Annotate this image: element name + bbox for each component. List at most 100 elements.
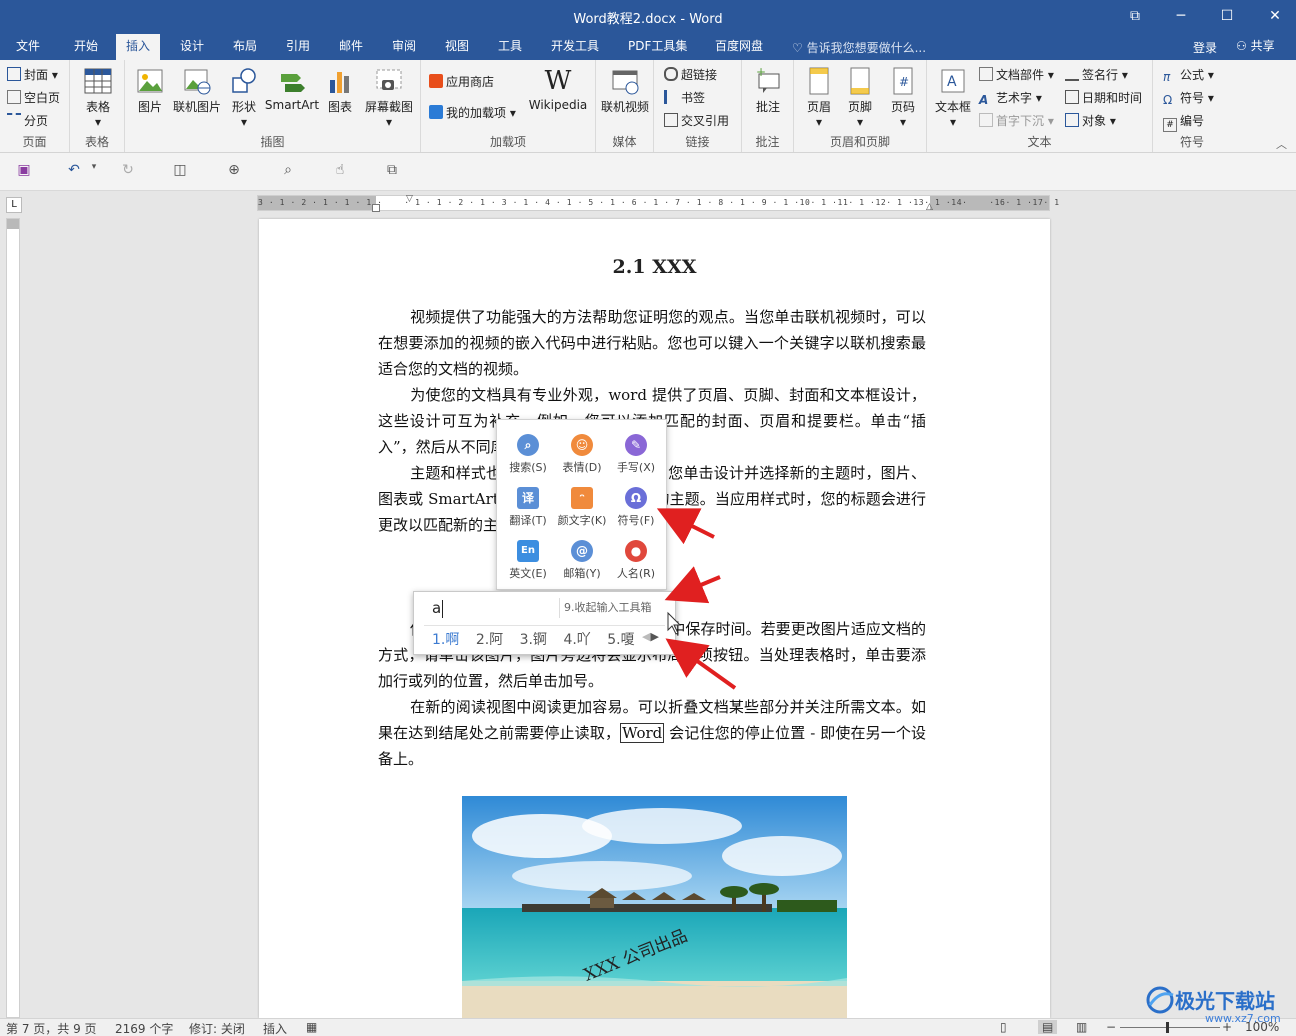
ime-page-arrows[interactable]: ◀▶: [642, 630, 659, 643]
symbol-button[interactable]: Ω 符号 ▾: [1163, 89, 1214, 107]
print-preview-icon[interactable]: ⌕: [278, 162, 298, 182]
tab-developer[interactable]: 开发工具: [541, 34, 609, 60]
store-button[interactable]: 应用商店: [429, 73, 494, 90]
vertical-ruler[interactable]: [6, 218, 20, 1018]
ime-person-name-button[interactable]: ● 人名(R): [608, 530, 664, 582]
my-addins-button[interactable]: 我的加载项 ▾: [429, 104, 516, 121]
paragraph-5[interactable]: 在新的阅读视图中阅读更加容易。可以折叠文档某些部分并关注所需文本。如果在达到结尾…: [378, 694, 926, 772]
tab-mailings[interactable]: 邮件: [329, 34, 373, 60]
footer-button[interactable]: 页脚 ▾: [841, 66, 879, 129]
signature-line-button[interactable]: 签名行 ▾: [1065, 66, 1128, 83]
ime-english-button[interactable]: En 英文(E): [500, 530, 556, 582]
horizontal-ruler[interactable]: 3 · 1 · 2 · 1 · 1 · 1 · · 1 · 1 · 2 · 1 …: [257, 194, 1059, 212]
maximize-button[interactable]: ☐: [1212, 4, 1242, 28]
print-layout-icon[interactable]: ▤: [1038, 1020, 1058, 1034]
zoom-out-icon[interactable]: −: [1106, 1020, 1116, 1034]
page-break-button[interactable]: 分页: [7, 112, 48, 129]
text-box-icon: A: [941, 69, 965, 93]
tell-me-box[interactable]: ♡ 告诉我您想要做什么...: [792, 39, 926, 56]
left-indent-marker[interactable]: [372, 204, 380, 212]
ime-candidate-4[interactable]: 4.吖: [563, 629, 590, 649]
collapse-toolbox-button[interactable]: 9.收起输入工具箱: [559, 598, 656, 618]
ime-search-label: 搜索(S): [509, 461, 547, 474]
insert-mode-status[interactable]: 插入: [263, 1020, 287, 1036]
date-time-button[interactable]: 日期和时间: [1065, 89, 1142, 106]
read-mode-icon[interactable]: ▯: [1000, 1020, 1007, 1034]
tab-baidu-netdisk[interactable]: 百度网盘: [705, 34, 773, 60]
undo-icon[interactable]: ↶: [64, 162, 84, 182]
text-box-button[interactable]: A 文本框 ▾: [933, 66, 973, 129]
hyperlink-button[interactable]: 超链接: [664, 66, 717, 83]
chart-button[interactable]: 图表: [323, 66, 357, 115]
pictures-button[interactable]: 图片: [133, 66, 167, 115]
ime-kaomoji-label: 颜文字(K): [557, 514, 607, 527]
minimize-button[interactable]: ─: [1166, 4, 1196, 28]
ime-candidate-2[interactable]: 2.阿: [476, 629, 503, 649]
equation-button[interactable]: π 公式 ▾: [1163, 66, 1214, 84]
ime-translate-button[interactable]: 译 翻译(T): [500, 477, 556, 529]
first-line-indent-marker[interactable]: ▽: [406, 194, 413, 204]
ime-candidate-1[interactable]: 1.啊: [432, 629, 459, 649]
screenshot-button[interactable]: 屏幕截图 ▾: [361, 66, 417, 129]
tab-file[interactable]: 文件: [6, 34, 50, 60]
ime-email-button[interactable]: @ 邮箱(Y): [554, 530, 610, 582]
drop-cap-button[interactable]: 首字下沉 ▾: [979, 112, 1054, 129]
online-video-button[interactable]: 联机视频: [598, 66, 652, 115]
ime-candidate-5[interactable]: 5.嗄: [607, 629, 634, 649]
paragraph-1[interactable]: 视频提供了功能强大的方法帮助您证明您的观点。当您单击联机视频时，可以在想要添加的…: [378, 304, 926, 382]
save-icon[interactable]: ▣: [14, 162, 34, 182]
share-button[interactable]: ⚇ 共享: [1236, 37, 1275, 54]
tab-tools[interactable]: 工具: [488, 34, 532, 60]
close-button[interactable]: ✕: [1260, 4, 1290, 28]
tab-design[interactable]: 设计: [170, 34, 214, 60]
macro-icon[interactable]: ▦: [306, 1020, 317, 1034]
page-count[interactable]: 第 7 页，共 9 页: [6, 1020, 97, 1036]
next-page-icon[interactable]: ▶: [650, 630, 658, 643]
comment-button[interactable]: + 批注: [750, 66, 786, 115]
ime-symbol-button[interactable]: Ω 符号(F): [608, 477, 664, 529]
table-button[interactable]: 表格 ▾: [80, 66, 116, 129]
blank-page-button[interactable]: 空白页: [7, 89, 60, 106]
undo-dropdown-icon[interactable]: ▾: [84, 162, 104, 182]
wordart-button[interactable]: A 艺术字 ▾: [979, 89, 1042, 107]
bookmark-button[interactable]: 书签: [664, 89, 705, 106]
page-number-button[interactable]: # 页码 ▾: [884, 66, 922, 129]
ime-handwrite-button[interactable]: ✎ 手写(X): [608, 424, 664, 476]
quick-parts-button[interactable]: 文档部件 ▾: [979, 66, 1054, 83]
web-layout-icon[interactable]: ▥: [1076, 1020, 1087, 1034]
tab-insert[interactable]: 插入: [116, 34, 161, 60]
customize-qat-icon[interactable]: ⧉: [382, 162, 402, 182]
smartart-button[interactable]: SmartArt: [263, 66, 321, 112]
shapes-button[interactable]: 形状 ▾: [227, 66, 261, 129]
ime-emoji-button[interactable]: ☺ 表情(D): [554, 424, 610, 476]
touch-mode-icon[interactable]: ☝: [330, 162, 350, 182]
tab-selector[interactable]: L: [6, 197, 22, 213]
cover-page-button[interactable]: 封面 ▾: [7, 66, 58, 83]
online-pictures-button[interactable]: 联机图片: [169, 66, 225, 115]
beach-photo[interactable]: XXX 公司出品: [462, 796, 847, 1018]
ime-search-button[interactable]: ⌕ 搜索(S): [500, 424, 556, 476]
collapse-ribbon-icon[interactable]: ︿: [1276, 136, 1287, 152]
tab-pdf-tools[interactable]: PDF工具集: [618, 34, 697, 60]
cross-reference-button[interactable]: 交叉引用: [664, 112, 729, 129]
right-indent-marker[interactable]: △: [926, 202, 933, 212]
ime-candidate-3[interactable]: 3.锕: [520, 629, 547, 649]
title-bar: Word教程2.docx - Word ⧉ ─ ☐ ✕: [0, 0, 1296, 34]
word-count[interactable]: 2169 个字: [115, 1020, 173, 1036]
tab-layout[interactable]: 布局: [223, 34, 267, 60]
tab-view[interactable]: 视图: [435, 34, 479, 60]
read-mode-icon[interactable]: ◫: [170, 162, 190, 182]
tab-review[interactable]: 审阅: [382, 34, 426, 60]
track-changes-status[interactable]: 修订: 关闭: [189, 1020, 245, 1036]
web-layout-icon[interactable]: ⊕: [224, 162, 244, 182]
ribbon-display-options-button[interactable]: ⧉: [1120, 4, 1150, 28]
ime-kaomoji-button[interactable]: ᵔ 颜文字(K): [554, 477, 610, 529]
object-button[interactable]: 对象 ▾: [1065, 112, 1116, 129]
redo-icon[interactable]: ↻: [118, 162, 138, 182]
tab-references[interactable]: 引用: [276, 34, 320, 60]
number-button[interactable]: # 编号: [1163, 112, 1204, 132]
tab-home[interactable]: 开始: [64, 34, 108, 60]
login-link[interactable]: 登录: [1193, 39, 1217, 56]
header-button[interactable]: 页眉 ▾: [800, 66, 838, 129]
wikipedia-button[interactable]: W Wikipedia: [525, 66, 591, 112]
